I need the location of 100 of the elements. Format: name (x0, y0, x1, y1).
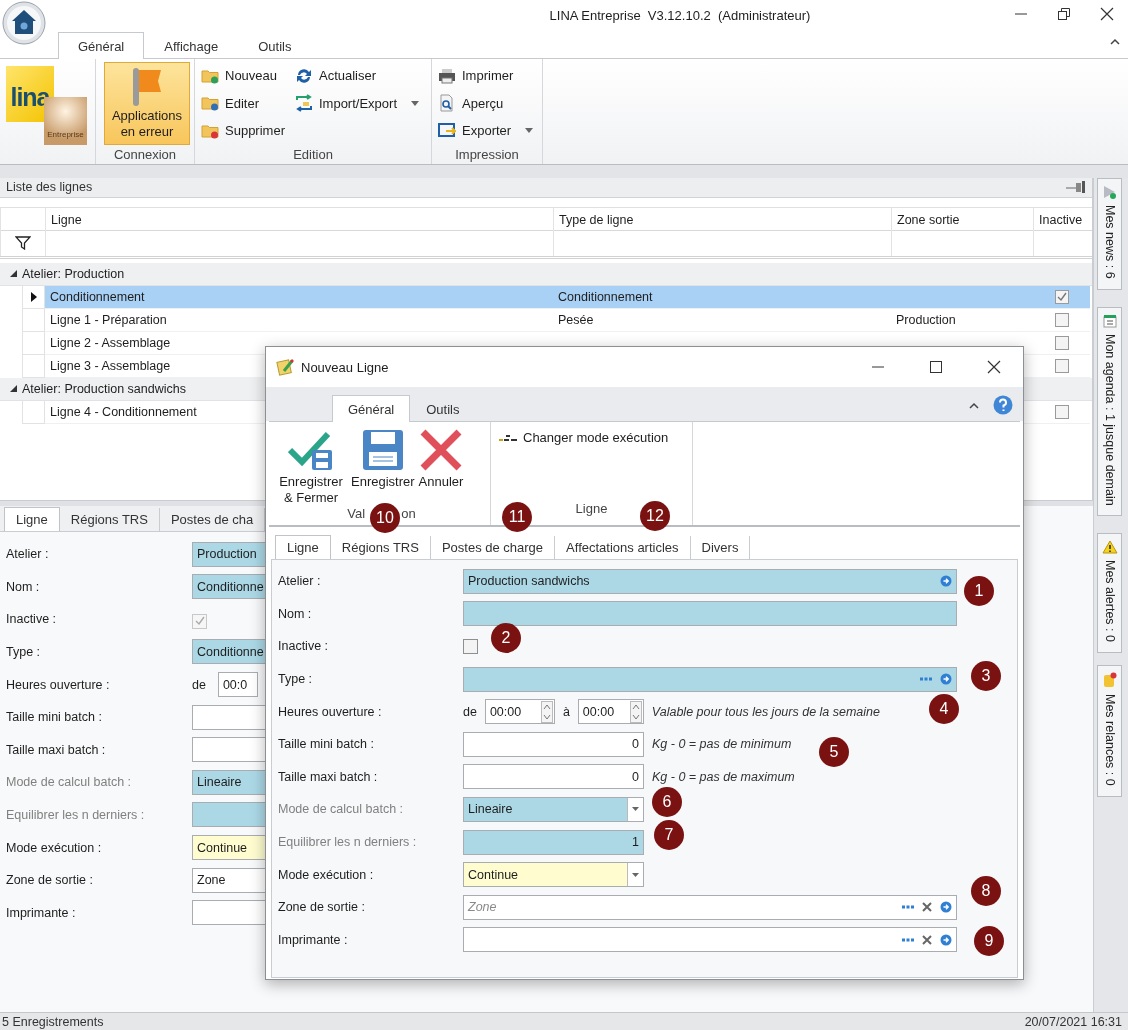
input-field[interactable]: Conditionne (192, 639, 265, 665)
ribbon-button[interactable]: Annuler (416, 428, 466, 506)
ribbon-button[interactable]: Exporter (436, 117, 536, 145)
input-field[interactable] (192, 900, 265, 926)
input-field[interactable]: Zone (463, 894, 957, 920)
spinner-icon[interactable] (629, 700, 642, 723)
checkbox[interactable] (1054, 335, 1069, 350)
checkbox[interactable] (463, 639, 478, 654)
spinner-icon[interactable] (540, 700, 553, 723)
window-title: LINA Entreprise V3.12.10.2 (Administrateur) (549, 7, 811, 23)
help-icon[interactable] (993, 395, 1013, 415)
time-field[interactable]: 00:00 (484, 699, 555, 725)
folder-x-icon (201, 122, 219, 139)
field-label: Atelier : (278, 574, 322, 589)
table-cell: Pesée (558, 312, 594, 327)
ellipsis-icon[interactable] (920, 677, 932, 682)
input-field[interactable] (463, 927, 957, 953)
ribbon-tab[interactable]: Outils (410, 395, 476, 422)
collapse-icon[interactable] (969, 401, 979, 409)
check-icon (1056, 291, 1067, 302)
side-tab[interactable]: Mes alertes : 0 (1097, 533, 1123, 654)
number-field[interactable]: 0 (463, 731, 644, 757)
field-label: Mode de calcul batch : (278, 802, 405, 817)
magnifier-page-icon (438, 94, 456, 113)
ribbon-button[interactable]: Nouveau (199, 62, 287, 90)
field-hint: Valable pour tous les jours de la semaine (651, 704, 880, 719)
field-label: Zone de sortie : (278, 900, 366, 915)
input-field[interactable]: Zone (192, 867, 265, 893)
field-label: Equilibrer les n derniers : (6, 807, 146, 822)
folder-pencil-icon (201, 95, 219, 112)
ribbon-button[interactable]: Supprimer (199, 117, 287, 145)
tab[interactable]: Régions TRS (59, 507, 160, 531)
dropdown-field[interactable]: Continue (192, 835, 265, 860)
number-field[interactable]: 0 (463, 764, 644, 790)
field-label: Heures ouverture : (6, 677, 111, 692)
tab[interactable]: Ligne (4, 506, 60, 531)
circle-arrow-icon[interactable] (940, 575, 952, 588)
panel-title: Liste des lignes (6, 180, 93, 195)
ribbon-tab[interactable]: Affichage (144, 32, 239, 59)
input-field[interactable]: Production (192, 541, 265, 567)
field-label: Inactive : (278, 639, 330, 654)
field-label: Taille maxi batch : (6, 742, 107, 757)
ellipsis-icon[interactable] (902, 937, 914, 942)
input-field[interactable] (463, 666, 957, 692)
ribbon-button[interactable]: Enregistrer (349, 428, 417, 506)
checkbox[interactable] (1054, 312, 1069, 327)
table-cell: Conditionnement (50, 289, 145, 304)
time-field[interactable]: 00:0 (217, 672, 258, 698)
ribbon-tab[interactable]: Général (332, 395, 411, 422)
circle-arrow-icon[interactable] (940, 933, 952, 946)
table-row[interactable]: Conditionnement Conditionnement (0, 285, 1093, 309)
expander-icon[interactable] (10, 385, 17, 393)
input-field[interactable]: Conditionne (192, 574, 265, 600)
tab[interactable]: Ligne (275, 535, 331, 559)
ribbon-button[interactable]: Actualiser (292, 62, 421, 90)
ribbon-button[interactable]: Editer (199, 89, 287, 117)
notepad-pencil-icon (276, 358, 294, 376)
ribbon-button[interactable]: Enregistrer & Fermer (273, 428, 349, 506)
side-tab[interactable]: Mon agenda : 1 jusque demain (1097, 306, 1123, 517)
table-cell: Ligne 1 - Préparation (50, 312, 167, 327)
dropdown-field[interactable]: Continue (463, 862, 644, 888)
group-label: Edition (292, 145, 334, 164)
circle-arrow-icon[interactable] (940, 901, 952, 914)
printer-icon (438, 66, 456, 85)
number-field[interactable] (192, 737, 265, 763)
clear-icon[interactable] (922, 934, 932, 945)
column-header[interactable]: Type de ligne (553, 207, 891, 232)
warning-icon (1101, 540, 1118, 555)
step-badge: 10 (370, 503, 400, 533)
clear-icon[interactable] (922, 902, 932, 913)
checkbox[interactable] (1054, 358, 1069, 373)
ribbon-tab[interactable]: Général (58, 32, 145, 59)
side-tab[interactable]: Mes news : 6 (1097, 177, 1123, 290)
ribbon-button[interactable]: Aperçu (436, 89, 536, 117)
column-header[interactable]: Ligne (45, 207, 553, 232)
ellipsis-icon[interactable] (902, 905, 914, 910)
checkbox[interactable] (1054, 289, 1069, 304)
field-label: Type : (278, 672, 314, 687)
ribbon-tab[interactable]: Outils (238, 32, 312, 59)
ribbon-button[interactable]: Import/Export (292, 89, 421, 117)
input-field[interactable]: Production sandwichs (463, 568, 957, 594)
pin-icon[interactable] (1066, 181, 1087, 194)
column-header[interactable]: Zone sortie (891, 207, 1033, 232)
column-header[interactable]: Inactive (1033, 207, 1090, 232)
expander-icon[interactable] (10, 270, 17, 278)
time-field[interactable]: 00:00 (577, 699, 644, 725)
ribbon-button[interactable]: Applications en erreur (104, 62, 190, 145)
close-icon (1099, 7, 1114, 21)
table-row[interactable]: Ligne 1 - Préparation Pesée Production (0, 308, 1093, 332)
filter-icon[interactable] (15, 236, 31, 251)
side-tab[interactable]: Mes relances : 0 (1097, 665, 1123, 797)
number-field[interactable] (192, 704, 265, 730)
checkbox[interactable] (1054, 404, 1069, 419)
input-field[interactable] (463, 601, 957, 627)
caret-icon (632, 807, 639, 812)
field-label: Type : (6, 644, 42, 659)
collapse-icon[interactable] (1110, 38, 1120, 45)
ribbon-button[interactable]: Imprimer (436, 62, 536, 90)
ribbon-button[interactable]: Changer mode exécution (495, 428, 673, 447)
table-cell: Conditionnement (558, 289, 653, 304)
